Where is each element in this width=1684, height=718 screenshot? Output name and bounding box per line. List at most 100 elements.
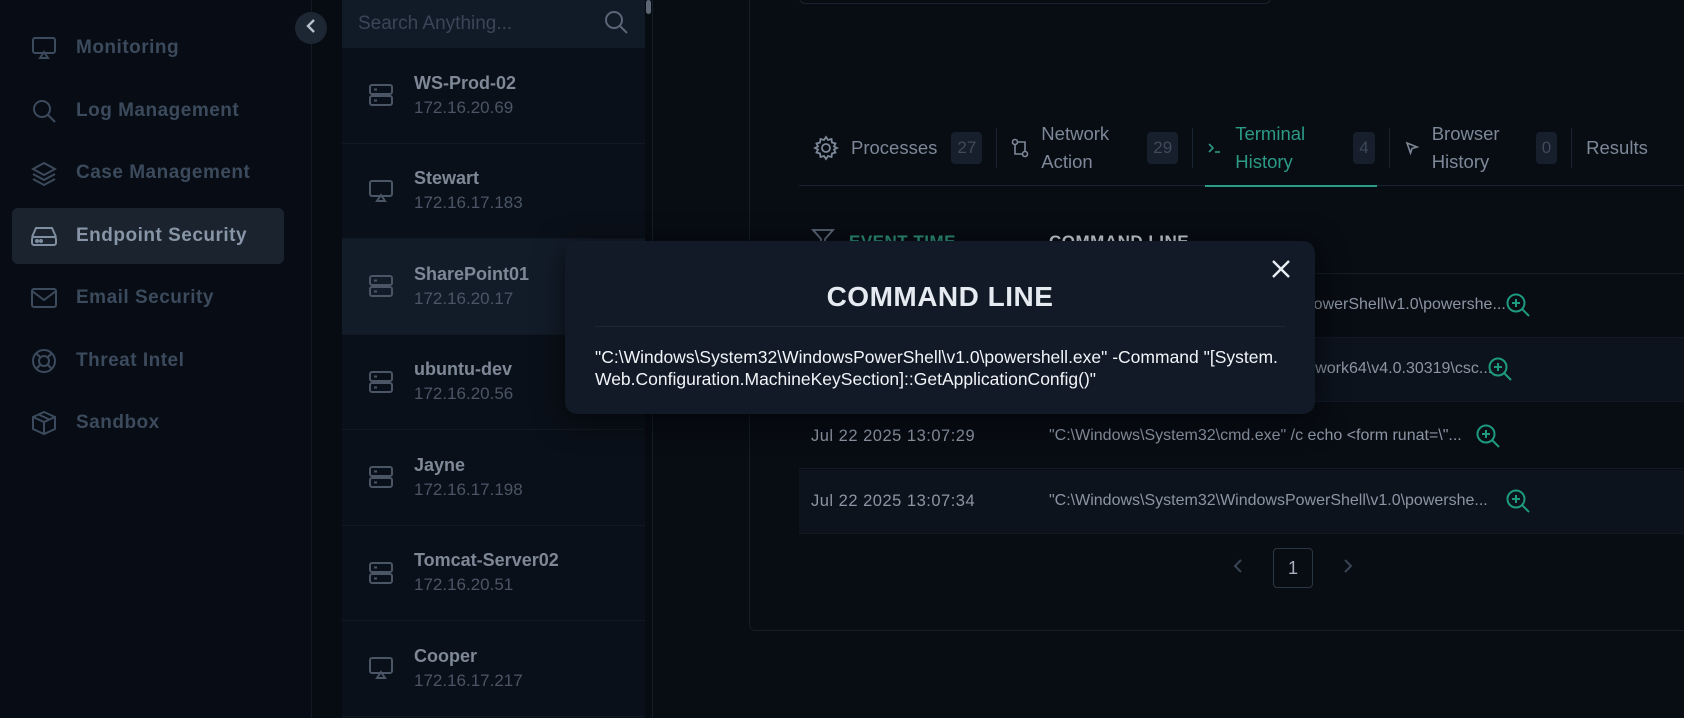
tab-label-text: Terminal History [1235,122,1306,172]
endpoint-info: WS-Prod-02 172.16.20.69 [414,73,516,118]
search-icon [30,97,58,125]
search-input[interactable] [358,13,578,35]
list-item[interactable]: Stewart 172.16.17.183 [342,144,645,239]
endpoint-ip: 172.16.17.198 [414,479,523,499]
endpoint-info: Cooper 172.16.17.217 [414,646,523,691]
hard-drive-icon [30,222,58,250]
sidebar-item-monitoring[interactable]: Monitoring [12,20,284,76]
sidebar-item-label: Endpoint Security [76,224,248,246]
list-item[interactable]: Tomcat-Server02 172.16.20.51 [342,526,645,621]
layers-icon [30,159,58,187]
chevron-right-icon[interactable] [1343,557,1353,580]
command-cell-partial: mework64\v4.0.30319\csc... [1293,360,1493,377]
list-item[interactable]: Jayne 172.16.17.198 [342,430,645,526]
endpoint-name: Jayne [414,454,466,475]
table-row: Jul 22 2025 13:07:34 "C:\Windows\System3… [799,470,1684,534]
cube-icon [30,409,58,437]
endpoint-name: Stewart [414,168,480,189]
endpoint-name: ubuntu-dev [414,359,512,380]
count-badge: 27 [951,131,983,164]
tab-browser-history[interactable]: Browser History 0 [1390,110,1571,186]
endpoint-name: Tomcat-Server02 [414,550,559,571]
sidebar-collapse-button[interactable] [295,12,327,44]
event-time-cell: Jul 22 2025 13:07:34 [811,492,976,510]
server-icon [366,367,396,397]
app-root: Monitoring Log Management Case Managemen… [0,0,1684,718]
sidebar-item-case-management[interactable]: Case Management [12,145,284,201]
search-bar [342,0,645,48]
mail-icon [30,284,58,312]
endpoint-info: Jayne 172.16.17.198 [414,455,523,500]
tab-network-action[interactable]: Network Action 29 [997,110,1192,186]
sidebar-item-log-management[interactable]: Log Management [12,83,284,139]
sidebar-item-threat-intel[interactable]: Threat Intel [12,333,284,389]
endpoint-ip: 172.16.17.183 [414,193,523,213]
sidebar-item-label: Case Management [76,162,251,183]
event-time-cell: Jul 22 2025 13:07:29 [811,427,976,445]
count-badge: 4 [1353,131,1375,164]
zoom-in-icon[interactable] [1487,356,1513,387]
command-line-modal: COMMAND LINE "C:\Windows\System32\Window… [565,241,1315,414]
count-badge: 29 [1147,131,1179,164]
command-cell: "C:\Windows\System32\cmd.exe" /c echo <f… [1049,427,1462,444]
chevron-left-icon[interactable] [1233,557,1243,580]
sidebar: Monitoring Log Management Case Managemen… [0,0,312,718]
table-row: Jul 22 2025 13:07:29 "C:\Windows\System3… [799,405,1684,469]
endpoint-name: Cooper [414,645,477,666]
zoom-in-icon[interactable] [1475,423,1501,454]
tab-label-text: Network Action [1041,122,1110,172]
tab-label: Processes [851,136,938,158]
sidebar-item-label: Email Security [76,287,214,308]
sidebar-item-label: Log Management [76,99,240,121]
zoom-in-icon[interactable] [1505,292,1531,323]
monitor-icon [366,176,396,206]
scrollbar-thumb[interactable] [646,0,651,14]
network-icon [1011,138,1029,158]
endpoint-ip: 172.16.20.69 [414,97,514,117]
endpoint-ip: 172.16.17.217 [414,670,523,690]
server-icon [366,462,396,492]
page-number[interactable]: 1 [1273,548,1313,588]
sidebar-item-endpoint-security[interactable]: Endpoint Security [12,207,284,264]
tab-label-text: Browser History [1431,122,1500,172]
tab-label: Results [1586,136,1648,158]
sidebar-nav: Monitoring Log Management Case Managemen… [12,20,284,458]
modal-divider [595,326,1285,327]
sidebar-item-email-security[interactable]: Email Security [12,270,284,326]
tab-results[interactable]: Results [1572,110,1662,186]
detail-tabs: Processes 27 Network Action 29 Terminal … [799,110,1684,187]
tab-terminal-history[interactable]: Terminal History 4 [1193,110,1388,187]
lifebuoy-icon [30,347,58,375]
list-item[interactable]: WS-Prod-02 172.16.20.69 [342,48,645,144]
sidebar-item-label: Threat Intel [76,349,185,371]
endpoint-name: SharePoint01 [414,263,530,284]
tab-processes[interactable]: Processes 27 [799,110,996,186]
pagination: 1 [1233,548,1353,588]
endpoint-info: Stewart 172.16.17.183 [414,168,523,213]
endpoint-name: WS-Prod-02 [414,72,517,93]
sidebar-item-sandbox[interactable]: Sandbox [12,395,284,451]
terminal-icon [1207,140,1223,156]
server-icon [366,271,396,301]
chevron-left-icon [304,18,318,39]
endpoint-ip: 172.16.20.17 [414,288,514,308]
search-icon[interactable] [603,9,629,40]
close-icon [1270,258,1292,285]
top-panel-edge [799,0,1271,4]
sidebar-item-label: Sandbox [76,412,160,433]
server-icon [366,558,396,588]
cursor-icon [1404,140,1420,156]
modal-command-text: "C:\Windows\System32\WindowsPowerShell\v… [595,347,1278,389]
monitor-icon [30,34,58,62]
close-button[interactable] [1265,255,1297,287]
tab-label: Network Action [1041,120,1133,176]
tab-label: Terminal History [1235,120,1339,176]
command-cell: "C:\Windows\System32\WindowsPowerShell\v… [1049,492,1488,509]
list-item[interactable]: Cooper 172.16.17.217 [342,621,645,717]
modal-title: COMMAND LINE [826,281,1054,312]
endpoint-info: SharePoint01 172.16.20.17 [414,264,529,309]
zoom-in-icon[interactable] [1505,488,1531,519]
gear-icon [813,134,839,161]
endpoint-info: Tomcat-Server02 172.16.20.51 [414,550,559,595]
monitor-icon [366,653,396,683]
